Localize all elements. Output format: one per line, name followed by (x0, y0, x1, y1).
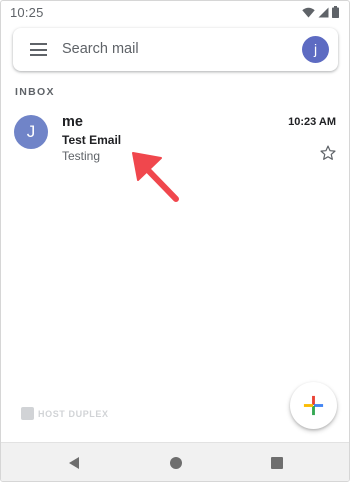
mail-list-item[interactable]: J me 10:23 AM Test Email Testing (1, 107, 349, 171)
mail-time: 10:23 AM (288, 116, 336, 128)
status-icons (302, 6, 339, 18)
mail-snippet: Testing (62, 149, 101, 163)
compose-plus-icon (303, 395, 324, 416)
phone-screen: 10:25 Search mail j INBOX J me 10:23 AM … (0, 0, 350, 482)
battery-icon (332, 6, 339, 18)
recents-icon[interactable] (270, 456, 284, 470)
home-icon[interactable] (169, 456, 183, 470)
watermark-logo-icon (21, 407, 34, 420)
navigation-bar (1, 442, 349, 481)
back-icon[interactable] (67, 456, 81, 470)
signal-icon (318, 7, 329, 17)
mail-sender: me (62, 114, 83, 130)
status-bar: 10:25 (1, 1, 349, 25)
menu-icon[interactable] (30, 43, 47, 56)
star-icon[interactable] (319, 144, 337, 162)
status-time: 10:25 (10, 5, 44, 20)
search-bar[interactable]: Search mail j (13, 28, 338, 71)
mail-subject: Test Email (62, 133, 122, 147)
search-input[interactable]: Search mail (62, 41, 139, 57)
watermark-text: HOST DUPLEX (38, 408, 109, 419)
watermark: HOST DUPLEX (21, 407, 109, 420)
sender-avatar[interactable]: J (14, 115, 48, 149)
account-avatar[interactable]: j (302, 36, 329, 63)
wifi-icon (302, 7, 315, 17)
inbox-section-label: INBOX (15, 86, 55, 98)
compose-button[interactable] (290, 382, 337, 429)
